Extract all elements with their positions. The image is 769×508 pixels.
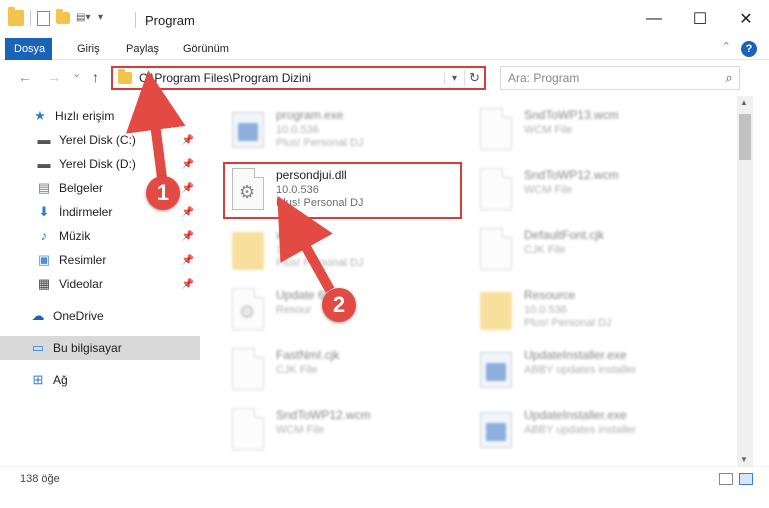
arrow-1 (126, 70, 186, 179)
arrow-2 (277, 195, 335, 293)
annotation-arrows (126, 70, 335, 293)
callout-badge-1: 1 (146, 176, 180, 210)
callout-badge-2: 2 (322, 288, 356, 322)
